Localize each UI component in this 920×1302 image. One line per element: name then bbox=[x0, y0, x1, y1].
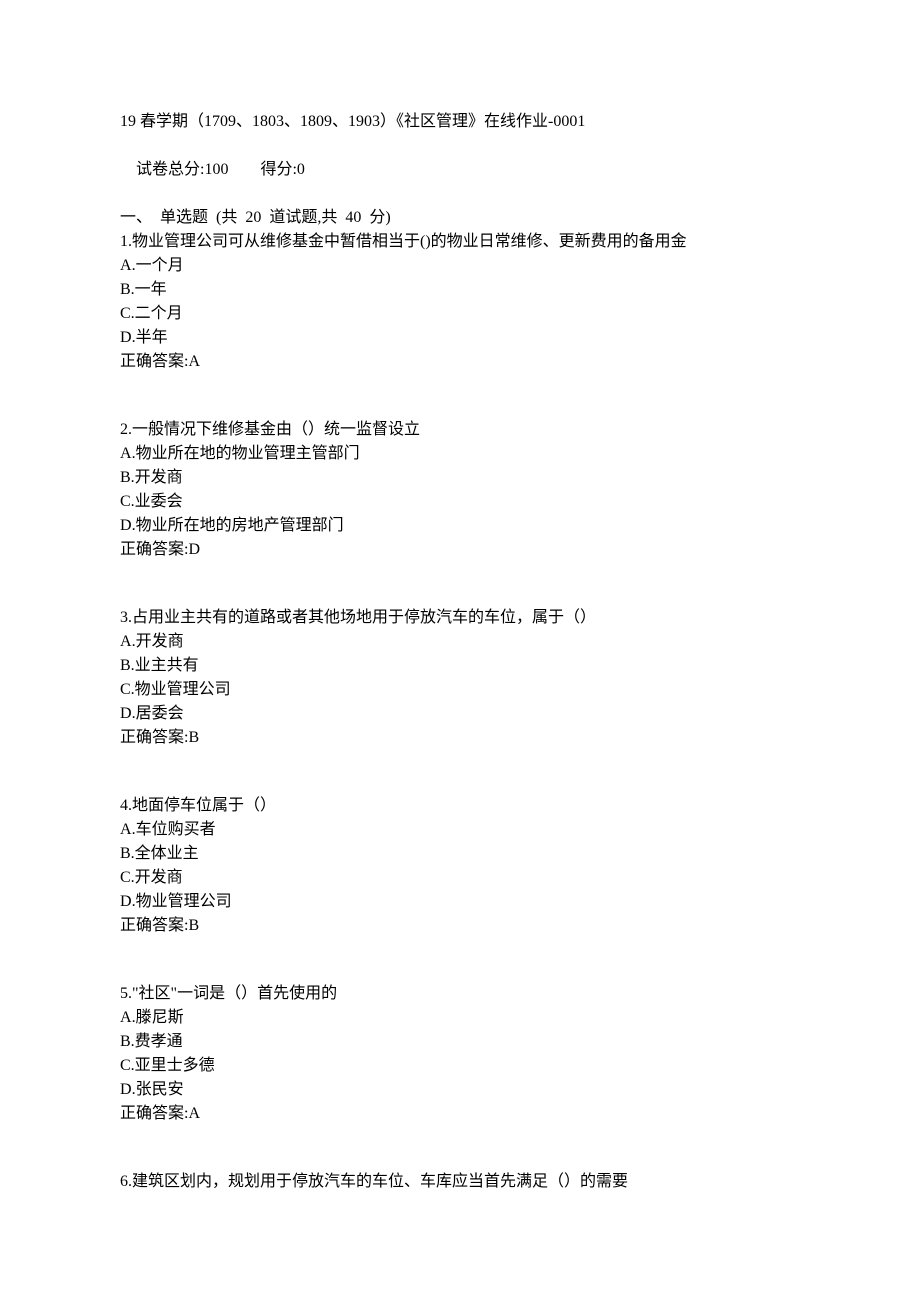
option-line: A.车位购买者 bbox=[120, 818, 800, 842]
question-text: 4.地面停车位属于（） bbox=[120, 794, 800, 818]
section-heading: 一、 单选题 (共 20 道试题,共 40 分) bbox=[120, 206, 800, 230]
option-line: C.亚里士多德 bbox=[120, 1054, 800, 1078]
document-title: 19 春学期（1709、1803、1809、1903）《社区管理》在线作业-00… bbox=[120, 110, 800, 134]
question-text: 1.物业管理公司可从维修基金中暂借相当于()的物业日常维修、更新费用的备用金 bbox=[120, 230, 800, 254]
option-line: C.二个月 bbox=[120, 302, 800, 326]
option-line: C.物业管理公司 bbox=[120, 678, 800, 702]
document-page: 19 春学期（1709、1803、1809、1903）《社区管理》在线作业-00… bbox=[0, 0, 920, 1302]
option-line: A.开发商 bbox=[120, 630, 800, 654]
question-block: 3.占用业主共有的道路或者其他场地用于停放汽车的车位，属于（） A.开发商 B.… bbox=[120, 606, 800, 750]
answer-line: 正确答案:B bbox=[120, 726, 800, 750]
option-line: A.物业所在地的物业管理主管部门 bbox=[120, 442, 800, 466]
option-line: D.物业管理公司 bbox=[120, 890, 800, 914]
answer-line: 正确答案:A bbox=[120, 350, 800, 374]
option-line: B.费孝通 bbox=[120, 1030, 800, 1054]
question-text: 2.一般情况下维修基金由（）统一监督设立 bbox=[120, 418, 800, 442]
total-score-label: 试卷总分:100 bbox=[136, 161, 228, 178]
question-block: 6.建筑区划内，规划用于停放汽车的车位、车库应当首先满足（）的需要 bbox=[120, 1170, 800, 1194]
answer-line: 正确答案:B bbox=[120, 914, 800, 938]
option-line: D.张民安 bbox=[120, 1078, 800, 1102]
obtained-score-label: 得分:0 bbox=[260, 161, 304, 178]
option-line: B.业主共有 bbox=[120, 654, 800, 678]
answer-line: 正确答案:D bbox=[120, 538, 800, 562]
question-block: 2.一般情况下维修基金由（）统一监督设立 A.物业所在地的物业管理主管部门 B.… bbox=[120, 418, 800, 562]
question-text: 5."社区"一词是（）首先使用的 bbox=[120, 982, 800, 1006]
option-line: B.开发商 bbox=[120, 466, 800, 490]
answer-line: 正确答案:A bbox=[120, 1102, 800, 1126]
question-block: 5."社区"一词是（）首先使用的 A.滕尼斯 B.费孝通 C.亚里士多德 D.张… bbox=[120, 982, 800, 1126]
option-line: B.全体业主 bbox=[120, 842, 800, 866]
option-line: C.业委会 bbox=[120, 490, 800, 514]
score-line: 试卷总分:100 得分:0 bbox=[120, 134, 800, 206]
option-line: D.物业所在地的房地产管理部门 bbox=[120, 514, 800, 538]
option-line: C.开发商 bbox=[120, 866, 800, 890]
option-line: D.半年 bbox=[120, 326, 800, 350]
question-block: 1.物业管理公司可从维修基金中暂借相当于()的物业日常维修、更新费用的备用金 A… bbox=[120, 230, 800, 374]
option-line: B.一年 bbox=[120, 278, 800, 302]
option-line: A.一个月 bbox=[120, 254, 800, 278]
option-line: A.滕尼斯 bbox=[120, 1006, 800, 1030]
question-text: 3.占用业主共有的道路或者其他场地用于停放汽车的车位，属于（） bbox=[120, 606, 800, 630]
option-line: D.居委会 bbox=[120, 702, 800, 726]
question-block: 4.地面停车位属于（） A.车位购买者 B.全体业主 C.开发商 D.物业管理公… bbox=[120, 794, 800, 938]
question-text: 6.建筑区划内，规划用于停放汽车的车位、车库应当首先满足（）的需要 bbox=[120, 1170, 800, 1194]
